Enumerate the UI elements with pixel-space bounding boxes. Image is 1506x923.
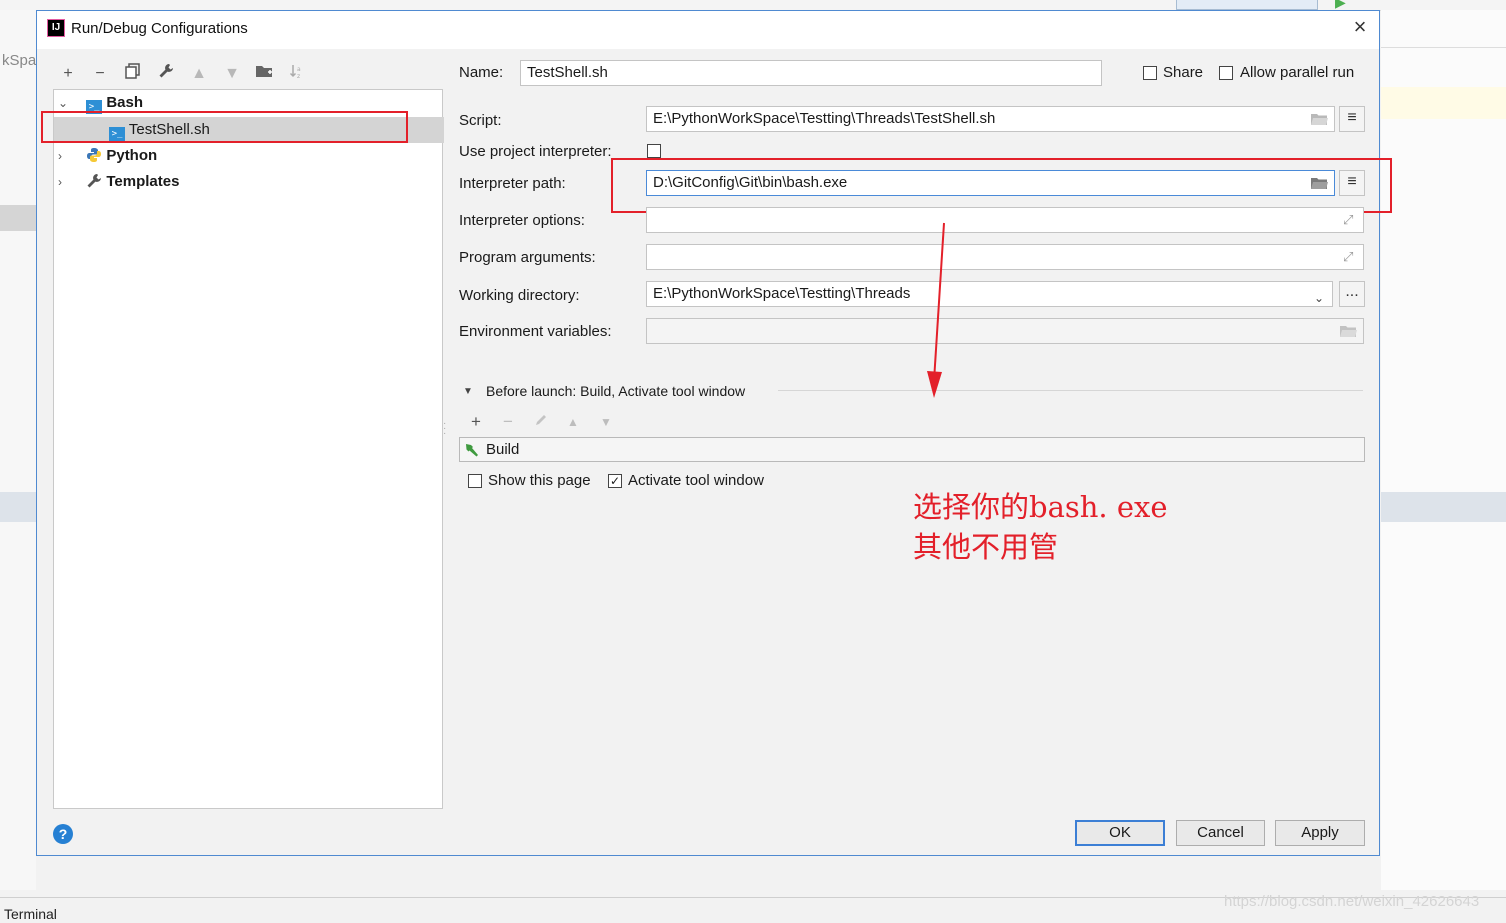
script-input[interactable]: E:\PythonWorkSpace\Testting\Threads\Test…: [646, 106, 1335, 132]
wrench-icon: [87, 174, 102, 188]
watermark: https://blog.csdn.net/weixin_42626643: [1224, 893, 1480, 910]
configurations-tree: ⌄ >_ Bash >_ TestShell.sh › Python › Tem…: [53, 89, 444, 809]
expand-icon[interactable]: ⤢: [1343, 213, 1357, 227]
ide-editor-tab[interactable]: [1176, 0, 1318, 10]
apply-button[interactable]: Apply: [1275, 820, 1365, 846]
working-directory-combo[interactable]: E:\PythonWorkSpace\Testting\Threads ⌄: [646, 281, 1333, 307]
share-checkbox[interactable]: [1143, 66, 1157, 80]
tree-node-templates[interactable]: › Templates: [58, 169, 179, 195]
tree-node-templates-label: Templates: [106, 173, 180, 190]
tree-node-bash-label: Bash: [106, 94, 144, 111]
hammer-icon: [466, 444, 478, 457]
ide-left-highlight: [0, 205, 36, 231]
chevron-right-icon[interactable]: ›: [58, 169, 72, 195]
environment-variables-input[interactable]: [646, 318, 1364, 344]
script-label: Script:: [459, 112, 502, 129]
ide-editor-area: [1381, 10, 1506, 890]
move-task-down-icon[interactable]: ▼: [595, 411, 617, 433]
svg-text:z: z: [297, 73, 300, 79]
show-this-page-checkbox[interactable]: [468, 474, 482, 488]
annotation-highlight-box: [41, 111, 408, 143]
ide-left-band: [0, 492, 36, 522]
copy-icon[interactable]: [122, 63, 144, 85]
allow-parallel-checkbox[interactable]: [1219, 66, 1233, 80]
help-icon[interactable]: ?: [53, 824, 73, 844]
build-task-label: Build: [486, 441, 520, 458]
edit-pencil-icon[interactable]: [530, 411, 552, 433]
script-value: E:\PythonWorkSpace\Testting\Threads\Test…: [653, 110, 996, 127]
tree-node-python-label: Python: [106, 147, 158, 164]
collapse-triangle-icon[interactable]: ▼: [463, 386, 473, 397]
annotation-highlight-box: [611, 158, 1392, 213]
cancel-button[interactable]: Cancel: [1176, 820, 1265, 846]
before-launch-separator: [778, 390, 1363, 391]
chevron-down-icon[interactable]: ⌄: [1314, 286, 1324, 306]
show-this-page-label: Show this page: [488, 472, 591, 489]
activate-tool-window-label: Activate tool window: [628, 472, 764, 489]
terminal-tab[interactable]: Terminal: [4, 906, 57, 922]
folder-icon[interactable]: [1310, 112, 1328, 126]
splitter-handle[interactable]: · · ·: [443, 419, 449, 441]
interpreter-options-label: Interpreter options:: [459, 212, 585, 229]
ok-button[interactable]: OK: [1075, 820, 1165, 846]
move-up-icon[interactable]: ▲: [188, 63, 210, 85]
script-options-button[interactable]: ≡: [1339, 106, 1365, 132]
add-task-icon[interactable]: +: [465, 411, 487, 433]
sort-icon[interactable]: az: [286, 63, 308, 85]
ide-left-panel: [0, 10, 36, 890]
interpreter-options-input[interactable]: ⤢: [646, 207, 1364, 233]
before-launch-header: Before launch: Build, Activate tool wind…: [486, 383, 746, 399]
intellij-app-icon: IJ: [47, 19, 65, 37]
add-icon[interactable]: +: [57, 63, 79, 85]
ide-editor-divider: [1381, 47, 1506, 48]
annotation-text-line2: 其他不用管: [913, 530, 1059, 564]
move-down-icon[interactable]: ▼: [221, 63, 243, 85]
working-directory-label: Working directory:: [459, 287, 580, 304]
program-arguments-label: Program arguments:: [459, 249, 596, 266]
remove-icon[interactable]: −: [89, 63, 111, 85]
ide-editor-highlight-line: [1381, 87, 1506, 119]
use-project-interpreter-checkbox[interactable]: [647, 144, 661, 158]
allow-parallel-label: Allow parallel run: [1240, 64, 1355, 81]
activate-tool-window-checkbox[interactable]: ✓: [608, 474, 622, 488]
annotation-text-line1: 选择你的bash. exe: [913, 490, 1168, 524]
python-icon: [87, 148, 102, 162]
before-launch-task-list[interactable]: Build: [459, 437, 1365, 462]
environment-variables-label: Environment variables:: [459, 323, 612, 340]
browse-button[interactable]: ...: [1339, 281, 1365, 307]
move-task-up-icon[interactable]: ▲: [562, 411, 584, 433]
remove-task-icon[interactable]: −: [497, 411, 519, 433]
annotation-arrow: [927, 222, 945, 398]
ide-editor-band: [1381, 492, 1506, 522]
close-icon[interactable]: ×: [1349, 16, 1371, 39]
expand-icon[interactable]: ⤢: [1343, 250, 1357, 264]
tree-node-python[interactable]: › Python: [58, 143, 157, 169]
program-arguments-input[interactable]: ⤢: [646, 244, 1364, 270]
use-project-interpreter-label: Use project interpreter:: [459, 143, 612, 160]
name-input[interactable]: TestShell.sh: [520, 60, 1102, 86]
new-folder-icon[interactable]: [253, 63, 275, 85]
wrench-icon[interactable]: [155, 63, 177, 85]
share-label: Share: [1163, 64, 1204, 81]
dialog-title: Run/Debug Configurations: [71, 20, 248, 37]
name-label: Name:: [459, 64, 504, 81]
folder-icon[interactable]: [1339, 324, 1357, 338]
chevron-right-icon[interactable]: ›: [58, 143, 72, 169]
interpreter-path-label: Interpreter path:: [459, 175, 566, 192]
run-debug-dialog: IJ Run/Debug Configurations × + − ▲ ▼ az…: [36, 10, 1392, 856]
svg-text:a: a: [297, 66, 301, 73]
working-directory-value: E:\PythonWorkSpace\Testting\Threads: [653, 285, 911, 302]
